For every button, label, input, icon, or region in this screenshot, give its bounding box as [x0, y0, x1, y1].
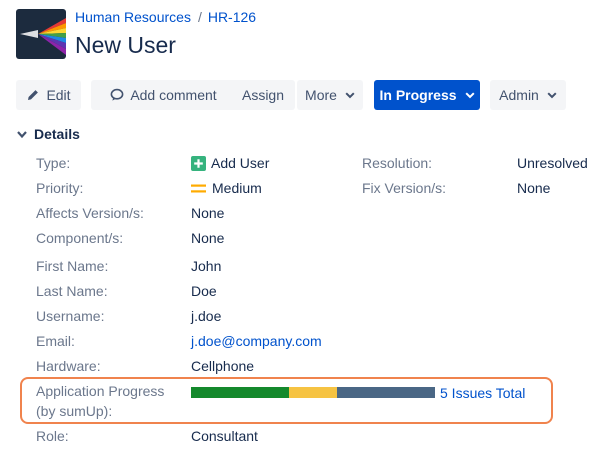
- chevron-down-icon: [345, 91, 355, 99]
- first-name-value: John: [191, 258, 222, 274]
- type-value: Add User: [191, 155, 269, 171]
- chevron-down-icon: [547, 91, 557, 99]
- issues-total-link[interactable]: 5 Issues Total: [440, 385, 525, 401]
- affects-version-value: None: [191, 205, 225, 221]
- chevron-down-icon: [465, 91, 475, 99]
- resolution-label: Resolution:: [362, 155, 433, 171]
- priority-value: Medium: [191, 180, 262, 196]
- type-label: Type:: [36, 155, 71, 171]
- admin-button-label: Admin: [499, 87, 539, 103]
- admin-button[interactable]: Admin: [490, 80, 566, 110]
- project-avatar[interactable]: [16, 9, 66, 59]
- issue-title[interactable]: New User: [75, 32, 176, 59]
- progress-segment-in-progress: [288, 387, 338, 398]
- username-value: j.doe: [191, 308, 222, 324]
- priority-medium-icon: [191, 181, 206, 196]
- email-link[interactable]: j.doe@company.com: [191, 333, 322, 349]
- add-comment-label: Add comment: [130, 87, 217, 103]
- chevron-down-icon: [16, 126, 28, 142]
- role-label: Role:: [36, 428, 69, 444]
- details-section-toggle[interactable]: Details: [16, 126, 80, 142]
- type-value-text: Add User: [211, 155, 270, 171]
- priority-value-text: Medium: [212, 180, 262, 196]
- breadcrumb-project-link[interactable]: Human Resources: [75, 9, 191, 25]
- edit-button[interactable]: Edit: [16, 80, 81, 110]
- project-logo-icon: [16, 9, 66, 59]
- status-button-label: In Progress: [379, 87, 457, 103]
- hardware-label: Hardware:: [36, 358, 101, 374]
- assign-button[interactable]: Assign: [231, 80, 295, 110]
- pencil-icon: [26, 88, 40, 102]
- breadcrumb: Human Resources / HR-126: [75, 9, 256, 25]
- breadcrumb-separator: /: [197, 9, 202, 25]
- last-name-value: Doe: [191, 283, 217, 299]
- fix-version-value: None: [517, 180, 551, 196]
- hardware-value: Cellphone: [191, 358, 255, 374]
- component-label: Component/s:: [36, 230, 124, 246]
- email-label: Email:: [36, 333, 75, 349]
- application-progress-bar[interactable]: [191, 387, 435, 398]
- edit-button-label: Edit: [46, 87, 71, 103]
- add-comment-button[interactable]: Add comment: [91, 80, 236, 110]
- priority-label: Priority:: [36, 180, 84, 196]
- component-value: None: [191, 230, 225, 246]
- first-name-label: First Name:: [36, 258, 109, 274]
- fix-version-label: Fix Version/s:: [362, 180, 447, 196]
- more-button[interactable]: More: [297, 80, 363, 110]
- details-section-label: Details: [34, 126, 80, 142]
- progress-segment-done: [191, 387, 289, 398]
- last-name-label: Last Name:: [36, 283, 108, 299]
- breadcrumb-issue-link[interactable]: HR-126: [208, 9, 256, 25]
- affects-version-label: Affects Version/s:: [36, 205, 144, 221]
- more-button-label: More: [305, 87, 337, 103]
- status-in-progress-button[interactable]: In Progress: [374, 80, 480, 110]
- assign-button-label: Assign: [241, 87, 285, 103]
- add-user-type-icon: [191, 155, 206, 171]
- comment-icon: [110, 88, 124, 102]
- progress-segment-to-do: [337, 387, 435, 398]
- application-progress-label: Application Progress: [36, 383, 165, 399]
- username-label: Username:: [36, 308, 105, 324]
- resolution-value: Unresolved: [517, 155, 588, 171]
- role-value: Consultant: [191, 428, 258, 444]
- application-progress-sublabel: (by sumUp):: [36, 403, 113, 419]
